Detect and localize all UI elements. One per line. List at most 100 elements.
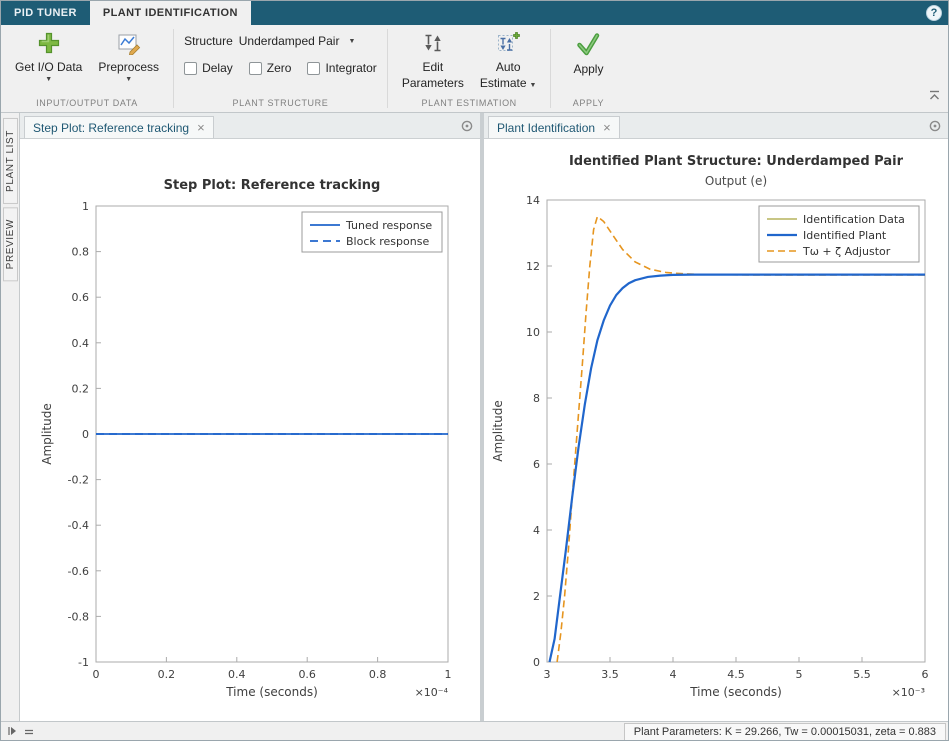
close-icon[interactable]: × xyxy=(603,121,611,134)
plant-identification-tabbar: Plant Identification × xyxy=(484,113,948,139)
svg-text:6: 6 xyxy=(533,458,540,471)
collapse-toolstrip-icon[interactable] xyxy=(928,88,941,106)
svg-text:5.5: 5.5 xyxy=(853,668,871,681)
svg-text:-0.8: -0.8 xyxy=(68,610,89,623)
svg-text:Time (seconds): Time (seconds) xyxy=(225,685,318,699)
svg-text:×10⁻³: ×10⁻³ xyxy=(892,686,925,699)
section-label-io: INPUT/OUTPUT DATA xyxy=(36,98,138,108)
structure-dropdown[interactable]: Underdamped Pair xyxy=(239,34,340,48)
panel-actions-icon[interactable] xyxy=(929,120,941,132)
toolbar-group-apply: Apply APPLY xyxy=(551,25,625,112)
svg-text:1: 1 xyxy=(445,668,452,681)
help-icon[interactable]: ? xyxy=(926,5,942,21)
svg-text:10: 10 xyxy=(526,326,540,339)
svg-text:Amplitude: Amplitude xyxy=(40,403,54,465)
main-area: PLANT LIST PREVIEW Step Plot: Reference … xyxy=(1,113,948,721)
svg-text:6: 6 xyxy=(922,668,929,681)
svg-text:8: 8 xyxy=(533,392,540,405)
integrator-checkbox-label: Integrator xyxy=(325,61,377,75)
apply-label: Apply xyxy=(573,62,604,76)
zero-checkbox[interactable] xyxy=(248,61,262,75)
svg-text:Block response: Block response xyxy=(346,235,429,248)
sidebar-tab-plant-list[interactable]: PLANT LIST xyxy=(2,118,18,204)
plant-identification-doc-tab[interactable]: Plant Identification × xyxy=(488,116,620,138)
get-io-data-icon xyxy=(37,31,61,58)
structure-label: Structure xyxy=(184,34,233,48)
step-plot-tabbar: Step Plot: Reference tracking × xyxy=(20,113,480,139)
svg-text:0.6: 0.6 xyxy=(298,668,316,681)
svg-text:0: 0 xyxy=(82,428,89,441)
svg-text:5: 5 xyxy=(796,668,803,681)
apply-check-icon xyxy=(575,31,601,60)
chevron-down-icon: ▼ xyxy=(529,82,537,89)
left-rail: PLANT LIST PREVIEW xyxy=(1,113,20,721)
expand-panel-icon[interactable] xyxy=(7,723,17,741)
svg-text:Time (seconds): Time (seconds) xyxy=(689,685,782,699)
svg-text:3.5: 3.5 xyxy=(601,668,619,681)
tab-plant-identification[interactable]: PLANT IDENTIFICATION xyxy=(89,1,251,25)
svg-text:4.5: 4.5 xyxy=(727,668,745,681)
toolstrip-tabbar: PID TUNER PLANT IDENTIFICATION ? xyxy=(1,1,948,25)
chevron-down-icon: ▼ xyxy=(125,76,133,83)
svg-text:×10⁻⁴: ×10⁻⁴ xyxy=(415,686,449,699)
svg-text:0.8: 0.8 xyxy=(369,668,387,681)
edit-parameters-label-2: Parameters xyxy=(401,76,464,90)
edit-parameters-label-1: Edit xyxy=(422,60,444,74)
svg-text:Tω + ζ Adjustor: Tω + ζ Adjustor xyxy=(802,245,891,258)
auto-estimate-label-2: Estimate xyxy=(479,76,527,90)
sidebar-tab-preview[interactable]: PREVIEW xyxy=(2,206,18,282)
tabbar-spacer xyxy=(251,1,926,25)
svg-text:-0.4: -0.4 xyxy=(68,519,89,532)
get-io-data-label: Get I/O Data xyxy=(15,60,83,74)
svg-text:Identification Data: Identification Data xyxy=(803,213,905,226)
chevron-down-icon: ▼ xyxy=(45,76,53,83)
auto-estimate-button[interactable]: Auto Estimate ▼ xyxy=(472,25,545,95)
svg-text:-0.6: -0.6 xyxy=(68,565,89,578)
tab-pid-tuner[interactable]: PID TUNER xyxy=(1,1,90,25)
toolbar-group-io: Get I/O Data ▼ Preprocess ▼ INPUT/OUTPUT… xyxy=(1,25,173,112)
edit-parameters-button[interactable]: Edit Parameters xyxy=(394,25,472,92)
preprocess-label: Preprocess xyxy=(98,60,160,74)
plant-parameters-status: Plant Parameters: K = 29.266, Tw = 0.000… xyxy=(623,722,946,740)
toolbar: Get I/O Data ▼ Preprocess ▼ INPUT/OUTPUT… xyxy=(1,25,948,113)
svg-text:Step Plot: Reference tracking: Step Plot: Reference tracking xyxy=(164,178,381,193)
svg-text:1: 1 xyxy=(82,200,89,213)
delay-checkbox[interactable] xyxy=(184,61,198,75)
svg-text:Identified Plant Structure: Un: Identified Plant Structure: Underdamped … xyxy=(569,154,904,169)
svg-text:Amplitude: Amplitude xyxy=(491,400,505,462)
pid-tuner-app: PID TUNER PLANT IDENTIFICATION ? Get I/O… xyxy=(0,0,949,741)
step-plot-doc-tab-label: Step Plot: Reference tracking xyxy=(33,120,190,135)
svg-text:14: 14 xyxy=(526,194,540,207)
preprocess-button[interactable]: Preprocess ▼ xyxy=(90,25,167,85)
svg-text:Tuned response: Tuned response xyxy=(345,219,432,232)
svg-text:Output (e): Output (e) xyxy=(705,174,767,188)
status-bar: Plant Parameters: K = 29.266, Tw = 0.000… xyxy=(1,721,948,741)
svg-text:0: 0 xyxy=(93,668,100,681)
svg-text:0.2: 0.2 xyxy=(158,668,176,681)
step-plot-panel: Step Plot: Reference tracking × 0 0.2 0.4 0… xyxy=(20,113,480,721)
plant-identification-panel: Plant Identification × 3 3.5 4 4.5 5 5.5 6 0 2 4 6… xyxy=(484,113,948,721)
get-io-data-button[interactable]: Get I/O Data ▼ xyxy=(7,25,90,85)
splitter-handle-icon[interactable] xyxy=(24,723,34,741)
auto-estimate-label-1: Auto xyxy=(495,60,521,74)
zero-checkbox-label: Zero xyxy=(266,61,292,75)
apply-button[interactable]: Apply xyxy=(557,25,619,78)
help-wrap: ? xyxy=(926,1,948,25)
svg-text:-1: -1 xyxy=(78,656,89,669)
close-icon[interactable]: × xyxy=(197,121,205,134)
svg-text:2: 2 xyxy=(533,590,540,603)
svg-text:0.6: 0.6 xyxy=(72,291,90,304)
toolbar-group-structure: Structure Underdamped Pair ▼ Delay Zero … xyxy=(174,25,387,112)
auto-estimate-icon xyxy=(496,31,521,58)
section-label-apply: APPLY xyxy=(572,98,605,108)
panel-actions-icon[interactable] xyxy=(461,120,473,132)
toolbar-group-estimation: Edit Parameters Auto Estimate ▼ PLANT ES… xyxy=(388,25,551,112)
step-plot-doc-tab[interactable]: Step Plot: Reference tracking × xyxy=(24,116,214,138)
svg-text:3: 3 xyxy=(544,668,551,681)
plant-identification-doc-tab-label: Plant Identification xyxy=(497,120,596,135)
svg-text:-0.2: -0.2 xyxy=(68,474,89,487)
integrator-checkbox[interactable] xyxy=(307,61,321,75)
edit-parameters-icon xyxy=(421,31,445,58)
svg-text:0.2: 0.2 xyxy=(72,382,90,395)
chevron-down-icon: ▼ xyxy=(348,37,356,45)
